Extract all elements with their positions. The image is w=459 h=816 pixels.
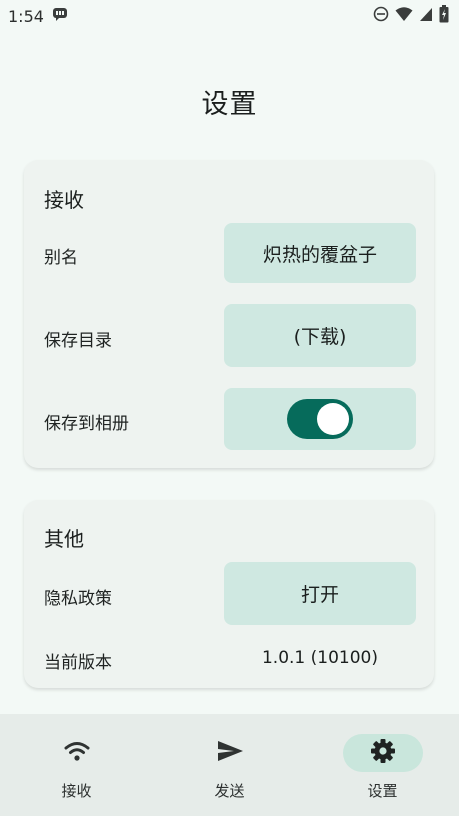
save-to-album-label: 保存到相册 bbox=[44, 414, 129, 434]
status-time: 1:54 bbox=[8, 6, 44, 26]
nav-item-receive[interactable]: 接收 bbox=[0, 714, 153, 816]
receive-section-card: 接收 别名 炽热的覆盆子 保存目录 (下载) 保存到相册 bbox=[24, 160, 434, 468]
nav-label-settings: 设置 bbox=[367, 782, 398, 800]
status-left: 1:54 bbox=[8, 6, 68, 26]
alias-label: 别名 bbox=[44, 248, 78, 268]
status-right bbox=[373, 5, 449, 27]
dnd-icon bbox=[373, 6, 389, 26]
status-bar: 1:54 bbox=[0, 0, 459, 32]
gear-icon bbox=[370, 738, 396, 768]
nav-receive-icon-wrap[interactable] bbox=[37, 734, 117, 772]
save-to-album-toggle-container[interactable] bbox=[224, 388, 416, 450]
alias-button[interactable]: 炽热的覆盆子 bbox=[224, 223, 416, 283]
nav-settings-icon-wrap[interactable] bbox=[342, 734, 423, 772]
wifi-signal-icon bbox=[395, 6, 413, 26]
cell-signal-icon bbox=[419, 6, 433, 26]
notification-icon bbox=[52, 6, 68, 26]
nav-label-receive: 接收 bbox=[61, 782, 92, 800]
version-label: 当前版本 bbox=[44, 653, 112, 673]
save-dir-label: 保存目录 bbox=[44, 331, 112, 351]
other-section-card: 其他 隐私政策 打开 当前版本 1.0.1 (10100) bbox=[24, 500, 434, 688]
save-dir-button[interactable]: (下载) bbox=[224, 304, 416, 367]
nav-send-icon-wrap[interactable] bbox=[190, 734, 270, 772]
nav-item-send[interactable]: 发送 bbox=[153, 714, 306, 816]
battery-icon bbox=[439, 5, 449, 27]
privacy-policy-open-button[interactable]: 打开 bbox=[224, 562, 416, 625]
privacy-policy-label: 隐私政策 bbox=[44, 589, 112, 609]
page-title: 设置 bbox=[201, 89, 258, 120]
other-section-title: 其他 bbox=[44, 527, 84, 551]
toggle-thumb bbox=[317, 403, 349, 435]
nav-item-settings[interactable]: 设置 bbox=[306, 714, 459, 816]
wifi-icon bbox=[63, 739, 91, 767]
receive-section-title: 接收 bbox=[44, 188, 84, 212]
nav-label-send: 发送 bbox=[214, 782, 245, 800]
send-icon bbox=[216, 739, 244, 767]
version-value: 1.0.1 (10100) bbox=[261, 648, 378, 668]
save-to-album-toggle[interactable] bbox=[287, 399, 353, 439]
bottom-navigation: 接收 发送 设置 bbox=[0, 714, 459, 816]
